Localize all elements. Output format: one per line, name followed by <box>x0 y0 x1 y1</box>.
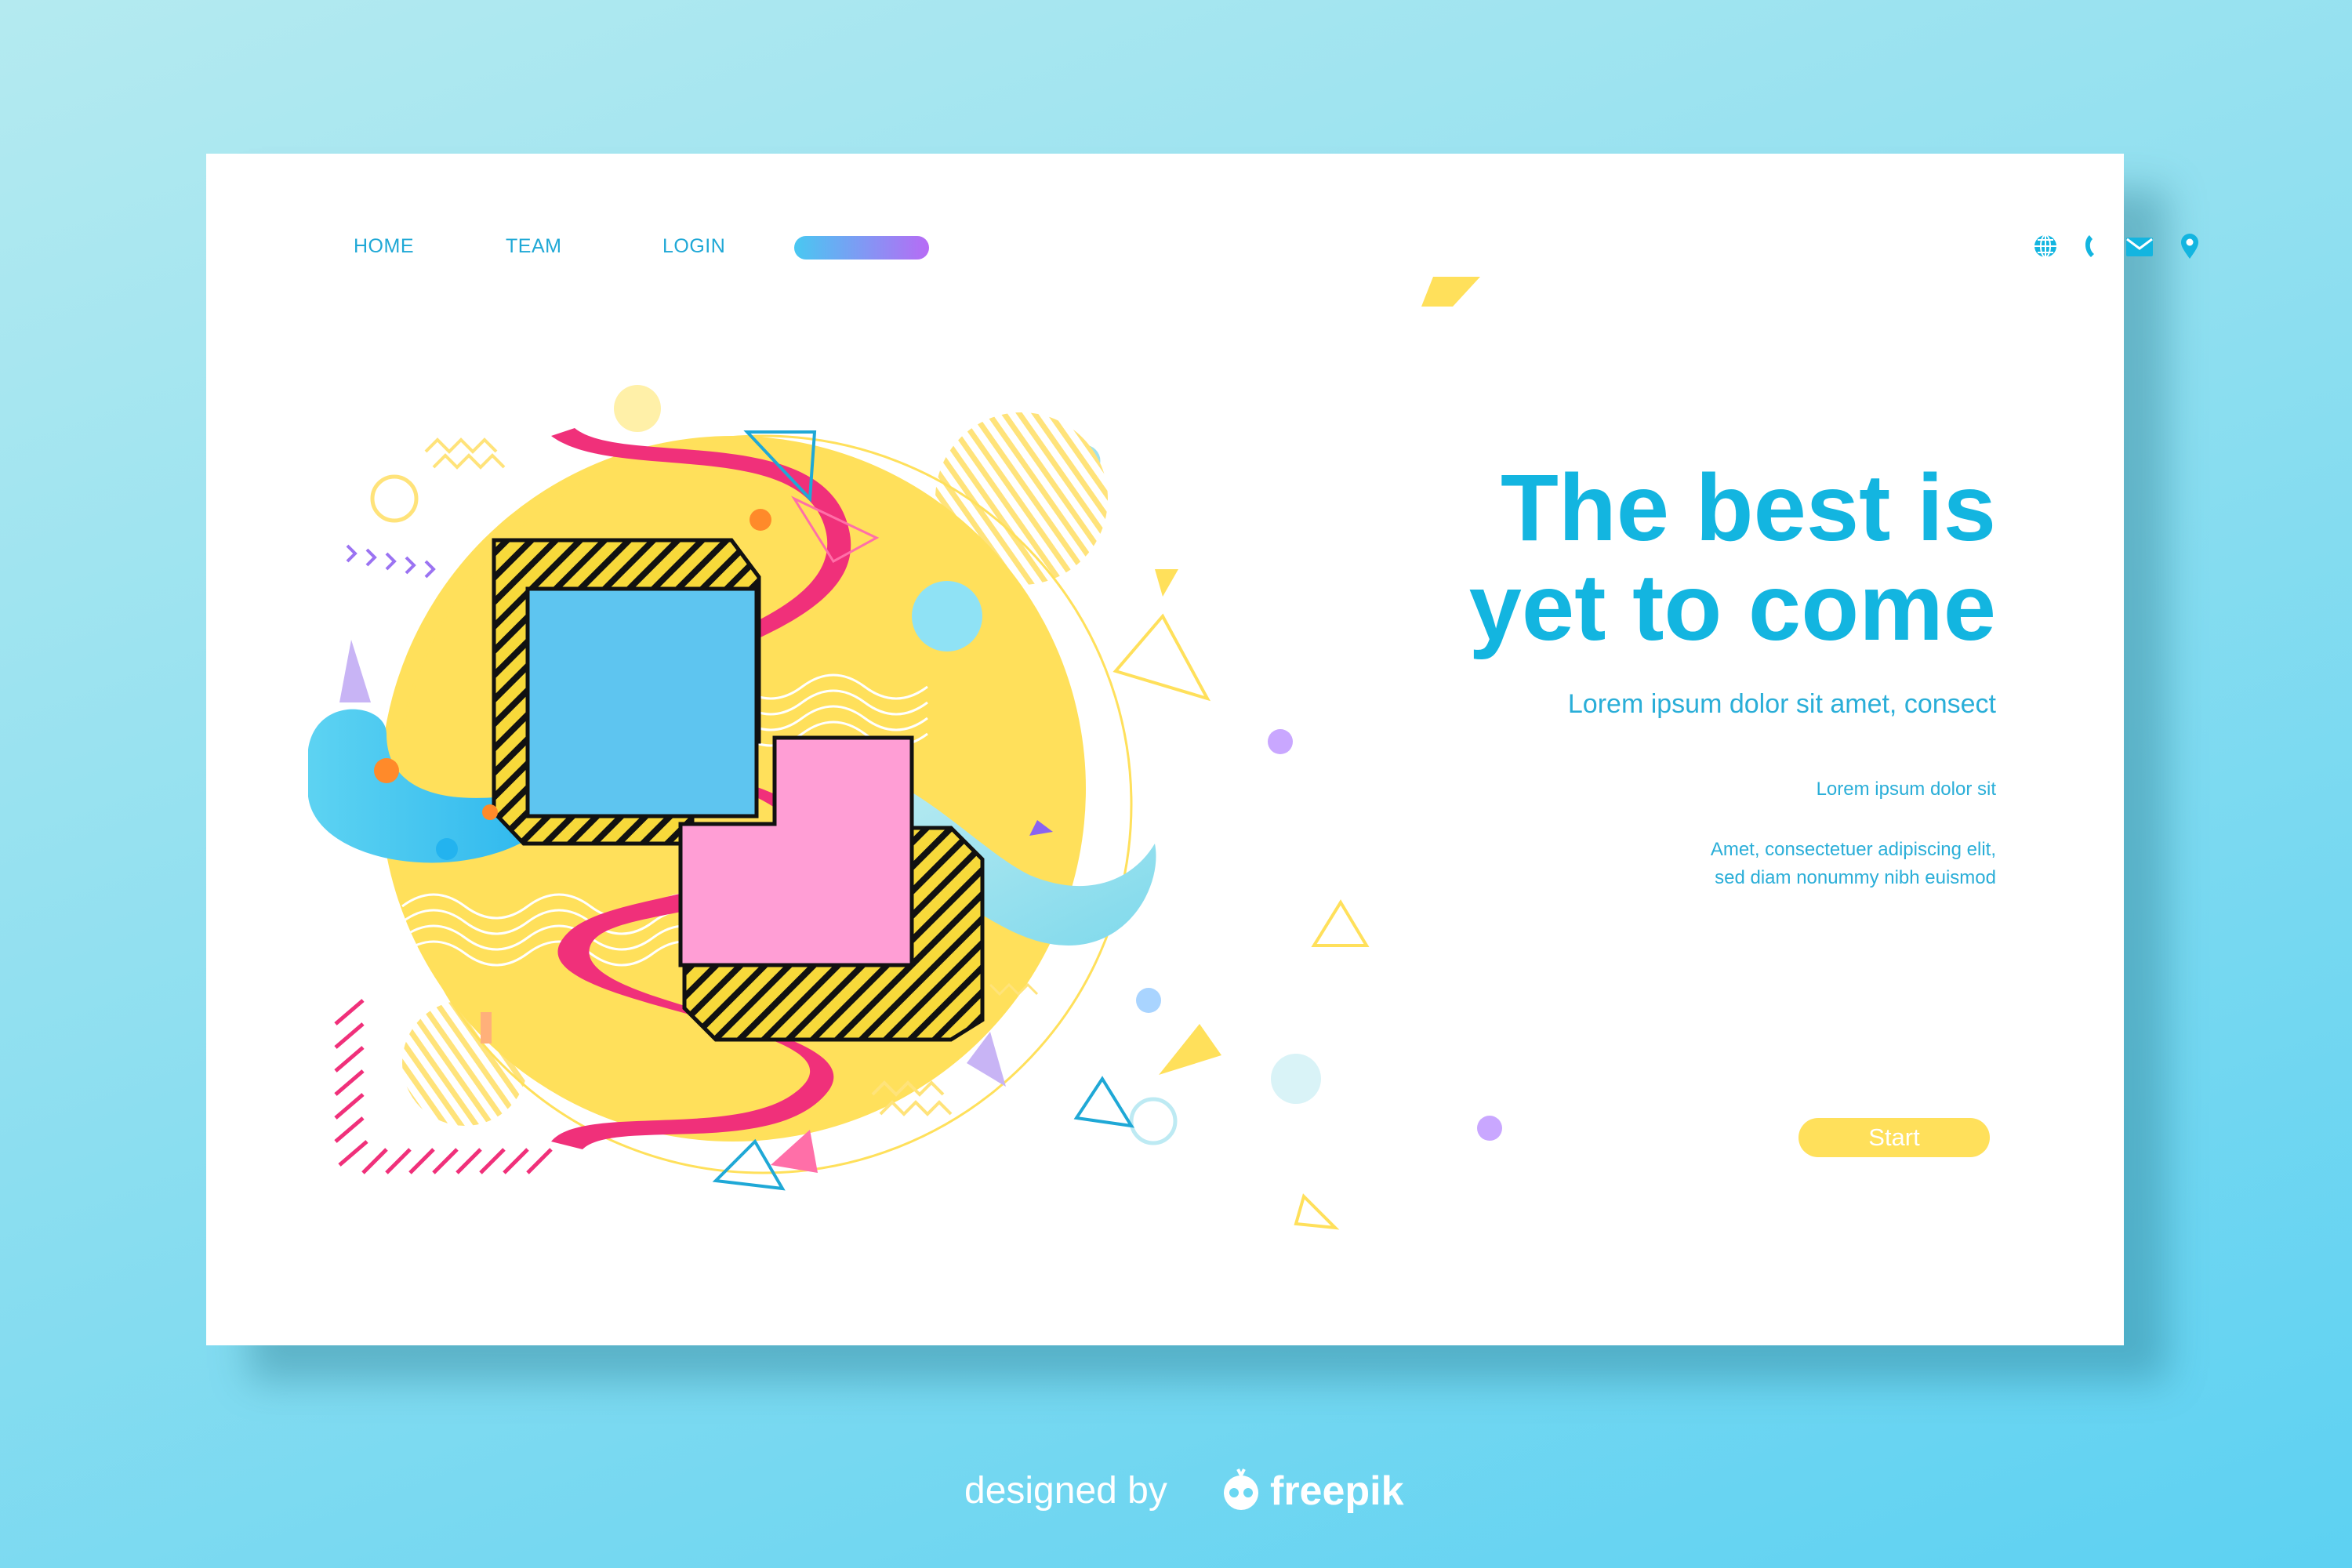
blue-dot <box>1136 988 1161 1013</box>
triangle <box>1294 1193 1340 1230</box>
headline-line-1: The best is <box>1500 454 1996 561</box>
orange-dot <box>482 804 498 820</box>
ring <box>1129 1097 1178 1145</box>
hero-subtitle: Lorem ipsum dolor sit amet, consect <box>1567 689 1996 719</box>
triangle <box>1073 1076 1134 1128</box>
purple-dot <box>1268 729 1293 754</box>
landing-card: HOME TEAM LOGIN The best is yet to come … <box>206 154 2198 1345</box>
hero-headline: The best is yet to come <box>1290 458 1996 657</box>
triangle <box>339 640 371 702</box>
hero-small-text: Lorem ipsum dolor sit <box>1816 779 1996 800</box>
orange-dot <box>750 509 771 531</box>
small-bar <box>481 1012 492 1044</box>
confetti-shape <box>1421 277 1480 307</box>
hero-body-text: Amet, consectetuer adipiscing elit, sed … <box>1369 836 1996 892</box>
globe-icon[interactable] <box>2030 230 2061 262</box>
mail-icon[interactable] <box>2124 230 2155 262</box>
headline-line-2: yet to come <box>1468 554 1996 660</box>
blue-square <box>525 586 759 818</box>
credit-brand: freepik <box>1270 1468 1404 1514</box>
purple-chevrons <box>346 544 436 579</box>
orange-dot <box>374 758 399 783</box>
memphis-illustration <box>308 277 1502 1230</box>
start-button[interactable]: Start <box>1798 1118 1990 1157</box>
triangle <box>1159 1024 1221 1075</box>
blue-dot <box>436 838 458 860</box>
triangle <box>1112 613 1211 702</box>
confetti-shape <box>1155 569 1178 597</box>
hero-body-line-1: Amet, consectetuer adipiscing elit, <box>1710 839 1996 860</box>
phone-icon[interactable] <box>2077 230 2108 262</box>
confetti-circle <box>614 385 661 432</box>
blue-circle <box>912 581 982 652</box>
freepik-logo-icon <box>1218 1465 1265 1524</box>
credit-prefix: designed by <box>964 1470 1167 1512</box>
confetti-ring <box>370 474 419 523</box>
triangle <box>1311 899 1370 947</box>
zigzag <box>424 437 498 454</box>
hero-body-line-2: sed diam nonummy nibh euismod <box>1715 867 1996 888</box>
location-pin-icon[interactable] <box>2174 230 2205 262</box>
purple-dot <box>1477 1116 1502 1141</box>
pale-circle <box>1271 1054 1321 1104</box>
